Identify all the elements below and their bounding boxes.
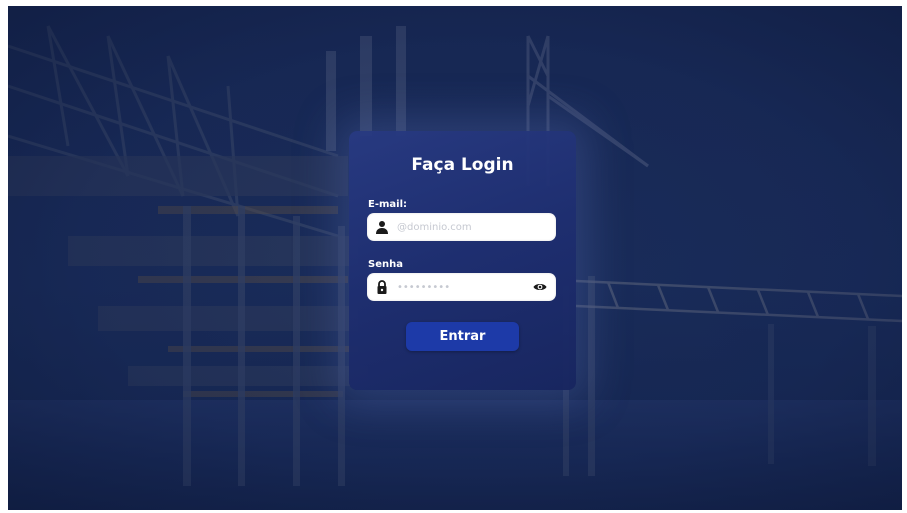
email-field[interactable] <box>367 213 556 241</box>
lock-icon <box>377 280 387 294</box>
password-field[interactable] <box>367 273 556 301</box>
submit-button[interactable]: Entrar <box>406 322 519 351</box>
email-input[interactable] <box>397 217 527 237</box>
email-label: E-mail: <box>368 199 408 210</box>
password-input[interactable] <box>397 277 527 297</box>
login-title: Faça Login <box>411 155 514 175</box>
login-screen: Faça Login E-mail: Senha Entrar <box>8 6 902 510</box>
login-card: Faça Login E-mail: Senha Entrar <box>349 131 576 390</box>
eye-icon[interactable] <box>533 281 547 293</box>
user-icon <box>376 221 388 234</box>
password-label: Senha <box>368 259 403 270</box>
